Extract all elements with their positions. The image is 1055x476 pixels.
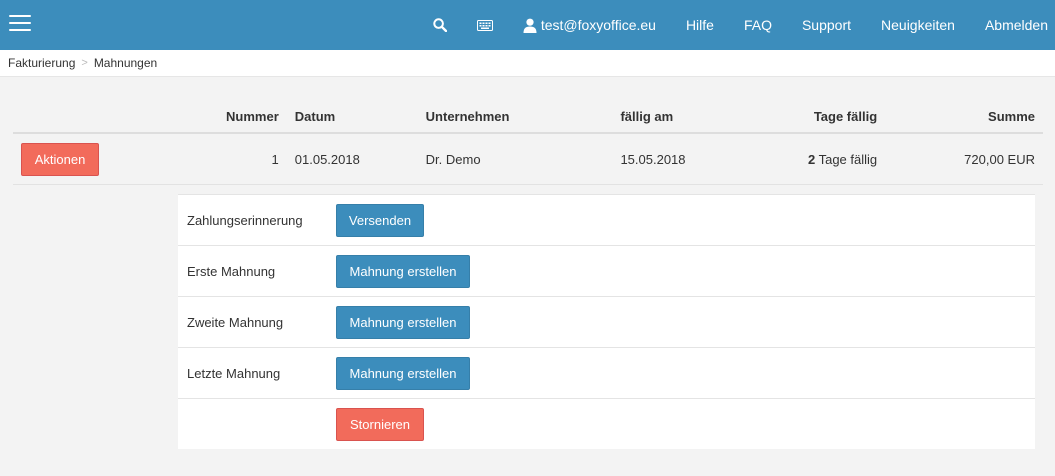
cell-faellig-am: 15.05.2018 bbox=[612, 133, 759, 185]
table-header-row: Nummer Datum Unternehmen fällig am Tage … bbox=[13, 100, 1043, 134]
action-label: Zweite Mahnung bbox=[187, 314, 284, 330]
table-row: Aktionen 1 01.05.2018 Dr. Demo 15.05.201… bbox=[13, 133, 1043, 185]
actions-button[interactable]: Aktionen bbox=[21, 142, 99, 176]
nav-link-faq[interactable]: FAQ bbox=[729, 0, 787, 50]
tage-suffix: Tage fällig bbox=[818, 151, 878, 167]
cell-nummer: 1 bbox=[107, 133, 287, 185]
header-tage-faellig[interactable]: Tage fällig bbox=[758, 100, 886, 134]
action-row-erste-mahnung: Erste Mahnung Mahnung erstellen bbox=[178, 246, 1035, 297]
create-second-dunning-button[interactable]: Mahnung erstellen bbox=[336, 305, 470, 339]
create-first-dunning-button[interactable]: Mahnung erstellen bbox=[336, 254, 470, 288]
action-label: Zahlungserinnerung bbox=[187, 212, 303, 228]
breadcrumb-fakturierung[interactable]: Fakturierung bbox=[8, 56, 75, 70]
nav-link-support[interactable]: Support bbox=[787, 0, 866, 50]
menu-toggle-icon[interactable] bbox=[9, 15, 31, 33]
top-nav: test@foxyoffice.eu Hilfe FAQ Support Neu… bbox=[418, 0, 1055, 50]
dunning-table: Nummer Datum Unternehmen fällig am Tage … bbox=[13, 100, 1043, 185]
user-email: test@foxyoffice.eu bbox=[540, 17, 656, 33]
actions-panel: Zahlungserinnerung Versenden Erste Mahnu… bbox=[178, 194, 1035, 449]
send-reminder-button[interactable]: Versenden bbox=[336, 203, 424, 237]
breadcrumb: Fakturierung > Mahnungen bbox=[0, 50, 1055, 77]
nav-link-neuigkeiten[interactable]: Neuigkeiten bbox=[866, 0, 970, 50]
header-faellig-am[interactable]: fällig am bbox=[612, 100, 759, 134]
keyboard-icon bbox=[476, 19, 493, 31]
create-final-dunning-button[interactable]: Mahnung erstellen bbox=[336, 356, 470, 390]
header-unternehmen[interactable]: Unternehmen bbox=[417, 100, 613, 134]
cell-actions: Aktionen bbox=[13, 133, 107, 185]
header-datum[interactable]: Datum bbox=[286, 100, 418, 134]
nav-link-hilfe[interactable]: Hilfe bbox=[671, 0, 729, 50]
keyboard-button[interactable] bbox=[462, 0, 508, 50]
action-row-zweite-mahnung: Zweite Mahnung Mahnung erstellen bbox=[178, 297, 1035, 348]
action-row-letzte-mahnung: Letzte Mahnung Mahnung erstellen bbox=[178, 348, 1035, 399]
cell-tage-faellig: 2 Tage fällig bbox=[758, 133, 886, 185]
user-icon bbox=[523, 18, 537, 33]
header-nummer[interactable]: Nummer bbox=[107, 100, 287, 134]
tage-count: 2 bbox=[807, 151, 816, 167]
action-label: Letzte Mahnung bbox=[187, 365, 281, 381]
breadcrumb-mahnungen[interactable]: Mahnungen bbox=[94, 56, 157, 70]
cell-summe: 720,00 EUR bbox=[885, 133, 1043, 185]
cancel-invoice-button[interactable]: Stornieren bbox=[336, 407, 424, 441]
cell-unternehmen: Dr. Demo bbox=[417, 133, 613, 185]
search-icon bbox=[433, 18, 447, 32]
header-actions bbox=[13, 100, 107, 134]
logout-link[interactable]: Abmelden bbox=[970, 0, 1055, 50]
header-summe[interactable]: Summe bbox=[885, 100, 1043, 134]
action-row-zahlungserinnerung: Zahlungserinnerung Versenden bbox=[178, 195, 1035, 246]
user-menu[interactable]: test@foxyoffice.eu bbox=[508, 0, 671, 50]
top-navbar: test@foxyoffice.eu Hilfe FAQ Support Neu… bbox=[0, 0, 1055, 50]
action-row-stornieren: Stornieren bbox=[178, 399, 1035, 449]
search-button[interactable] bbox=[418, 0, 462, 50]
action-label: Erste Mahnung bbox=[187, 263, 276, 279]
breadcrumb-separator: > bbox=[81, 57, 88, 69]
cell-datum: 01.05.2018 bbox=[286, 133, 418, 185]
